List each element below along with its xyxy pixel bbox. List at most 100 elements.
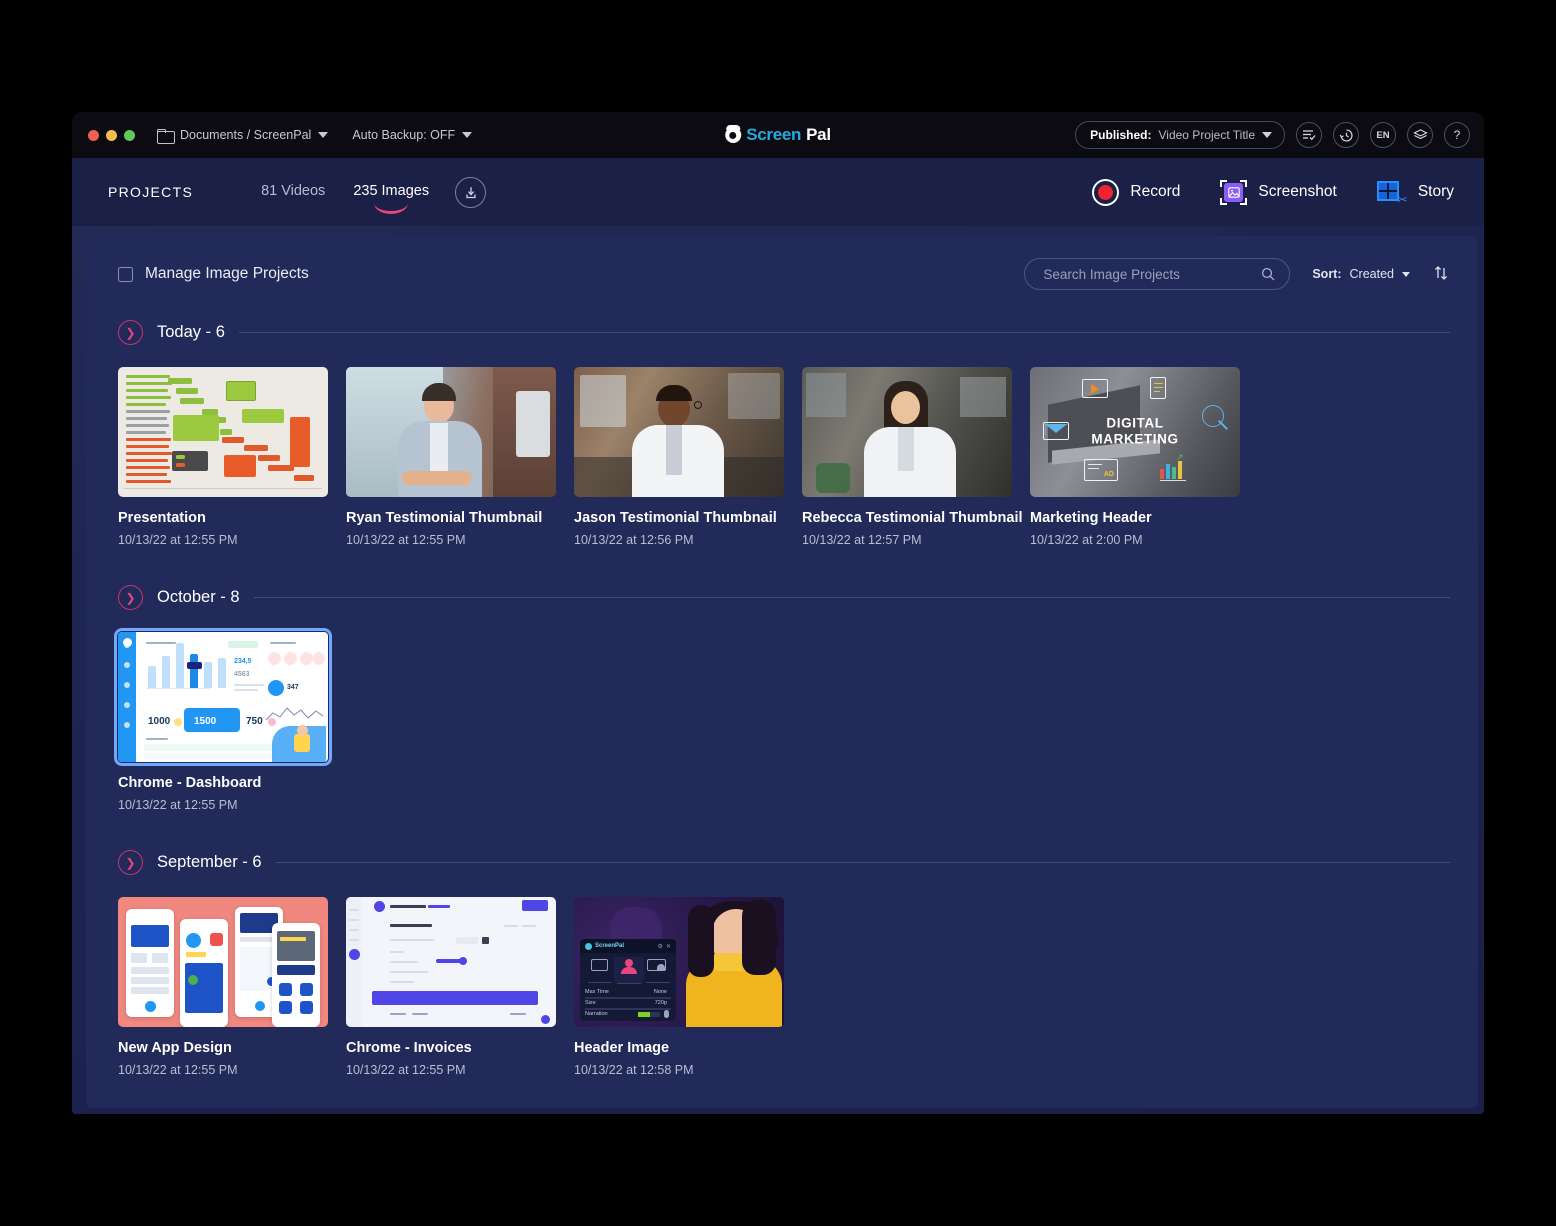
project-date: 10/13/22 at 12:58 PM [574, 1063, 694, 1077]
language-label: EN [1376, 129, 1390, 141]
minimize-window-button[interactable] [106, 129, 117, 141]
marketing-line1: DIGITAL [1106, 415, 1164, 431]
project-date: 10/13/22 at 12:55 PM [346, 1063, 466, 1077]
close-icon: ✕ [665, 943, 671, 950]
group-today: ❯ Today - 6 Presentation 10/13/22 at 12:… [118, 320, 1450, 547]
group-divider [238, 332, 1450, 333]
screenshot-button[interactable]: Screenshot [1220, 179, 1337, 205]
import-button[interactable] [455, 176, 487, 208]
project-thumbnail[interactable] [118, 367, 328, 497]
upload-box-icon [465, 186, 476, 198]
breadcrumb-label: Documents / ScreenPal [180, 128, 312, 142]
panel-tab-both [643, 957, 673, 983]
layers-button[interactable] [1407, 122, 1433, 148]
dashboard-stat-2: 1500 [194, 716, 217, 727]
search-icon [1262, 267, 1275, 281]
manage-projects-checkbox[interactable] [118, 266, 133, 282]
dashboard-stat-3: 750 [246, 716, 263, 727]
project-card-ryan-testimonial[interactable]: Ryan Testimonial Thumbnail 10/13/22 at 1… [346, 367, 556, 547]
manage-projects-control[interactable]: Manage Image Projects [118, 265, 309, 283]
card-grid: 234,5 4563 347 1000 1500 750 Chrome - Da… [114, 628, 1450, 812]
projects-subnav: PROJECTS 81 Videos 235 Images Record Scr… [72, 158, 1484, 226]
project-title: Chrome - Dashboard [118, 775, 262, 791]
microphone-icon [664, 1010, 669, 1018]
panel-tab-screen [585, 957, 615, 983]
gantt-chart-artwork [118, 367, 328, 497]
project-card-marketing-header[interactable]: AD ↗ DIGITAL MARKETING Marketing Header … [1030, 367, 1240, 547]
logo-text-pal: Pal [806, 125, 831, 144]
active-tab-indicator [374, 203, 409, 214]
breadcrumb-folder-dropdown[interactable]: Documents / ScreenPal [157, 128, 329, 144]
record-icon [1092, 178, 1120, 206]
sort-dropdown[interactable]: Sort: Created [1312, 267, 1410, 281]
auto-backup-dropdown[interactable]: Auto Backup: OFF [352, 128, 473, 142]
sort-direction-button[interactable] [1432, 264, 1450, 285]
tab-videos[interactable]: 81 Videos [261, 183, 325, 202]
project-card-rebecca-testimonial[interactable]: Rebecca Testimonial Thumbnail 10/13/22 a… [802, 367, 1023, 547]
project-thumbnail[interactable] [346, 367, 556, 497]
project-title: Chrome - Invoices [346, 1040, 472, 1056]
project-thumbnail[interactable]: ScreenPal ⚙ ✕ Max Time None Size 720p Na… [574, 897, 784, 1027]
group-collapse-toggle[interactable]: ❯ [118, 585, 143, 610]
search-input[interactable] [1043, 266, 1262, 282]
project-title: Jason Testimonial Thumbnail [574, 510, 777, 526]
project-date: 10/13/22 at 12:57 PM [802, 533, 922, 547]
panel-row-key-1: Max Time [585, 989, 609, 995]
group-collapse-toggle[interactable]: ❯ [118, 320, 143, 345]
chevron-down-icon [318, 132, 329, 138]
group-september: ❯ September - 6 New App Design 10/13/22 … [118, 850, 1450, 1077]
task-list-button[interactable] [1296, 122, 1322, 148]
project-thumbnail[interactable] [346, 897, 556, 1027]
ad-banner-icon: AD [1084, 459, 1118, 481]
record-button[interactable]: Record [1092, 178, 1180, 206]
project-card-presentation[interactable]: Presentation 10/13/22 at 12:55 PM [118, 367, 328, 547]
projects-content: Manage Image Projects Sort: Created [72, 226, 1484, 1114]
close-window-button[interactable] [88, 129, 99, 141]
project-card-jason-testimonial[interactable]: Jason Testimonial Thumbnail 10/13/22 at … [574, 367, 784, 547]
auto-backup-label: Auto Backup: OFF [352, 128, 456, 142]
story-icon: ✂ [1376, 180, 1408, 206]
story-label: Story [1417, 183, 1454, 200]
list-check-icon [1303, 130, 1316, 141]
project-card-new-app-design[interactable]: New App Design 10/13/22 at 12:55 PM [118, 897, 328, 1077]
app-screens-artwork [118, 897, 328, 1027]
tab-images[interactable]: 235 Images [353, 183, 429, 214]
titlebar-actions: Published: Video Project Title EN ? [1075, 121, 1470, 149]
project-card-chrome-dashboard[interactable]: 234,5 4563 347 1000 1500 750 Chrome - Da… [114, 628, 332, 812]
project-thumbnail[interactable] [574, 367, 784, 497]
window-traffic-lights [88, 129, 135, 141]
window-titlebar: Documents / ScreenPal Auto Backup: OFF S… [72, 112, 1484, 158]
group-title: September - 6 [157, 853, 262, 871]
marketing-line2: MARKETING [1091, 432, 1179, 447]
search-box[interactable] [1024, 258, 1291, 290]
card-grid: New App Design 10/13/22 at 12:55 PM Chro… [118, 897, 1450, 1077]
project-thumbnail[interactable]: 234,5 4563 347 1000 1500 750 [114, 628, 332, 766]
group-collapse-toggle[interactable]: ❯ [118, 850, 143, 875]
language-button[interactable]: EN [1370, 122, 1396, 148]
help-button[interactable]: ? [1444, 122, 1470, 148]
project-thumbnail[interactable] [118, 897, 328, 1027]
story-button[interactable]: ✂ Story [1376, 180, 1454, 206]
maximize-window-button[interactable] [124, 129, 135, 141]
project-card-chrome-invoices[interactable]: Chrome - Invoices 10/13/22 at 12:55 PM [346, 897, 556, 1077]
history-button[interactable] [1333, 122, 1359, 148]
panel-row-key-3: Narration [585, 1011, 608, 1017]
logo-text-screen: Screen [746, 125, 802, 144]
dashboard-stat-1: 1000 [148, 716, 171, 727]
project-thumbnail[interactable] [802, 367, 1012, 497]
group-divider [275, 862, 1450, 863]
panel-header: ScreenPal ⚙ ✕ [580, 939, 676, 953]
play-icon [1082, 379, 1108, 398]
project-title: Marketing Header [1030, 510, 1152, 526]
screenshot-icon [1220, 179, 1248, 205]
screenpal-app-window: Documents / ScreenPal Auto Backup: OFF S… [72, 112, 1484, 1114]
jason-photo-artwork [574, 367, 784, 497]
marketing-header-artwork: AD ↗ DIGITAL MARKETING [1030, 367, 1240, 497]
project-date: 10/13/22 at 12:55 PM [346, 533, 466, 547]
published-project-dropdown[interactable]: Published: Video Project Title [1075, 121, 1285, 149]
project-date: 10/13/22 at 12:55 PM [118, 798, 238, 812]
panel-row-key-2: Size [585, 1000, 596, 1006]
project-thumbnail[interactable]: AD ↗ DIGITAL MARKETING [1030, 367, 1240, 497]
project-card-header-image[interactable]: ScreenPal ⚙ ✕ Max Time None Size 720p Na… [574, 897, 784, 1077]
sort-prefix: Sort: [1312, 267, 1342, 281]
